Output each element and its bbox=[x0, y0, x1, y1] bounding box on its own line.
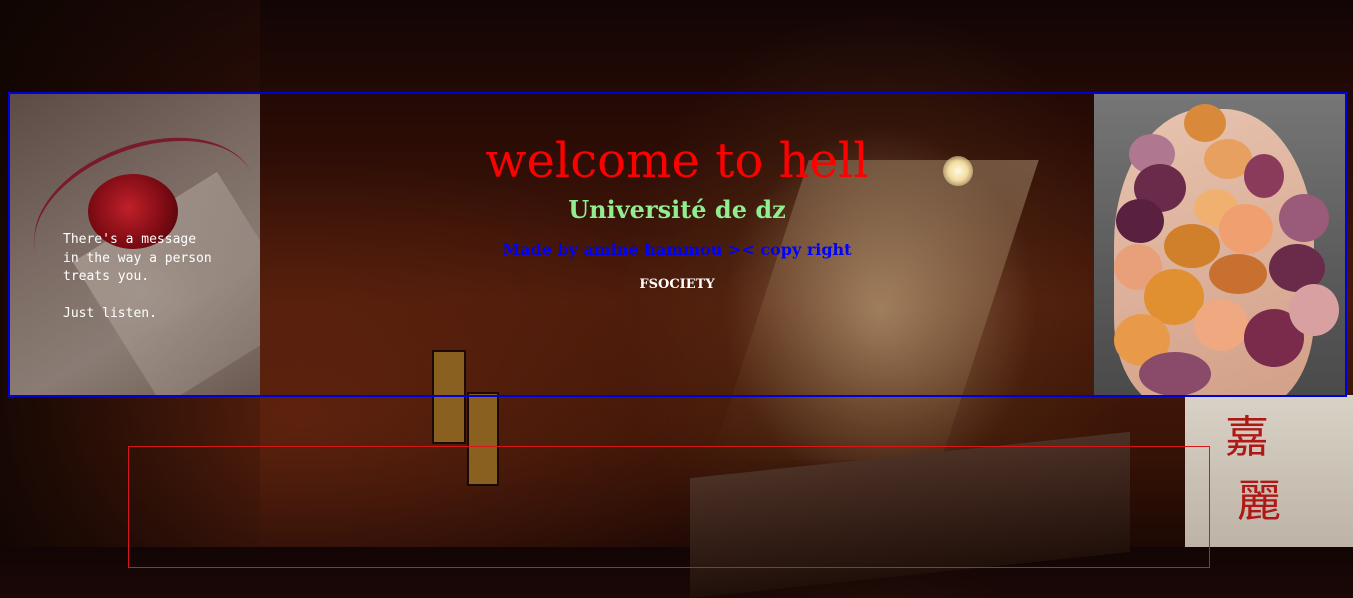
page-title: welcome to hell bbox=[485, 133, 869, 189]
author-credit: Made by amine hammou >< copy right bbox=[502, 240, 852, 260]
sea-glass-gem bbox=[1139, 352, 1211, 395]
background-sign-glyph: 麗 bbox=[1237, 476, 1281, 527]
sea-glass-gem bbox=[1244, 154, 1284, 198]
sea-glass-gem bbox=[1164, 224, 1220, 268]
image-quote-text: There's a message in the way a person tr… bbox=[63, 232, 212, 321]
background-sign: 嘉 麗 bbox=[1185, 395, 1353, 547]
sea-glass-gem bbox=[1209, 254, 1267, 294]
background-sign-glyph: 嘉 bbox=[1225, 412, 1269, 463]
sea-glass-gem bbox=[1279, 194, 1329, 242]
sea-glass-hand-image bbox=[1094, 94, 1345, 395]
rose-letter-image: There's a message in the way a person tr… bbox=[10, 94, 260, 395]
university-name: Université de dz bbox=[568, 195, 786, 225]
sea-glass-gem bbox=[1116, 199, 1164, 243]
main-content-frame bbox=[128, 446, 1210, 568]
header-banner: There's a message in the way a person tr… bbox=[8, 92, 1347, 397]
banner-text: welcome to hell Université de dz Made by… bbox=[260, 94, 1094, 395]
sea-glass-gem bbox=[1219, 204, 1273, 254]
sea-glass-gem bbox=[1194, 299, 1248, 351]
sea-glass-gem bbox=[1184, 104, 1226, 142]
fsociety-tag: FSOCIETY bbox=[639, 277, 715, 293]
sea-glass-gem bbox=[1289, 284, 1339, 336]
